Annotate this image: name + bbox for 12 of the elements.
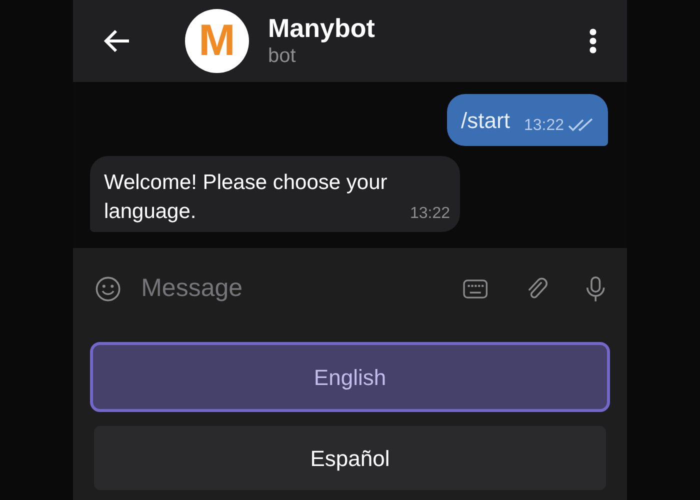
message-field[interactable]: Message <box>141 270 464 308</box>
message-time: 13:22 <box>524 116 564 136</box>
keyboard-button[interactable]: Español <box>94 426 606 490</box>
message-text: /start <box>461 106 510 134</box>
keyboard-button[interactable]: English <box>90 342 610 412</box>
chat-subtitle: bot <box>268 44 297 69</box>
more-icon[interactable] <box>589 28 597 54</box>
message-text: Welcome! Please choose your language. <box>104 170 388 225</box>
back-icon[interactable] <box>103 29 131 53</box>
message-time: 13:22 <box>410 204 450 224</box>
avatar-letter: M <box>198 19 236 63</box>
chat-title: Manybot <box>268 13 375 43</box>
